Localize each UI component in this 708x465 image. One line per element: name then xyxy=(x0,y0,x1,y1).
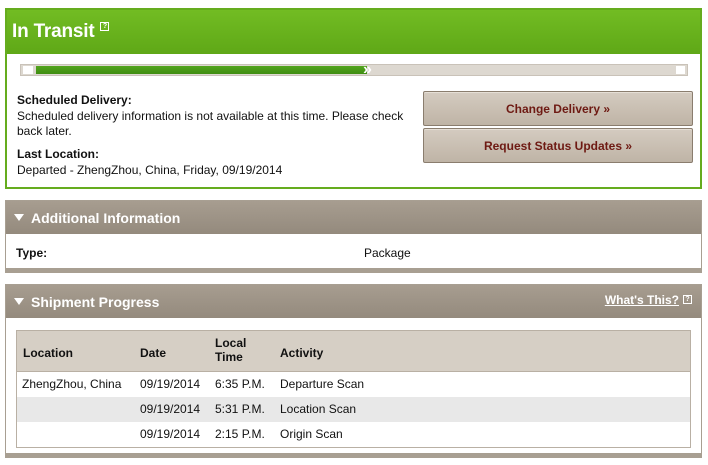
cell-time: 5:31 P.M. xyxy=(215,402,265,416)
status-header: In Transit ? xyxy=(7,10,700,54)
shipment-progress-title: Shipment Progress xyxy=(31,293,160,310)
column-header-local-time: Local Time xyxy=(215,336,247,364)
progress-end-marker xyxy=(676,66,685,74)
additional-information-title: Additional Information xyxy=(31,209,181,226)
caret-down-icon[interactable] xyxy=(14,298,24,305)
caret-down-icon[interactable] xyxy=(14,214,24,221)
shipment-progress-panel: Shipment Progress What's This? ? Locatio… xyxy=(5,284,702,458)
cell-date: 09/19/2014 xyxy=(140,427,201,441)
cell-activity: Location Scan xyxy=(280,402,357,416)
help-icon[interactable]: ? xyxy=(683,295,692,304)
status-title: In Transit xyxy=(12,21,95,42)
cell-location: ZhengZhou, China xyxy=(22,377,122,391)
cell-time: 2:15 P.M. xyxy=(215,427,265,441)
table-row: 09/19/2014 2:15 P.M. Origin Scan xyxy=(17,422,690,447)
last-location-label: Last Location: xyxy=(17,147,100,161)
cell-date: 09/19/2014 xyxy=(140,402,201,416)
column-header-date: Date xyxy=(140,346,167,360)
progress-fill xyxy=(36,66,367,74)
column-header-location: Location xyxy=(23,346,73,360)
change-delivery-button[interactable]: Change Delivery » xyxy=(423,91,693,126)
table-header: Location Date Local Time Activity xyxy=(17,331,690,372)
cell-activity: Departure Scan xyxy=(280,377,365,391)
scheduled-delivery-text: Scheduled delivery information is not av… xyxy=(17,109,404,138)
status-panel: In Transit ? » Scheduled Delivery: Sched… xyxy=(5,8,702,189)
cell-activity: Origin Scan xyxy=(280,427,343,441)
whats-this-link[interactable]: What's This? xyxy=(605,293,679,307)
last-location-text: Departed - ZhengZhou, China, Friday, 09/… xyxy=(17,163,283,177)
cell-time: 6:35 P.M. xyxy=(215,377,265,391)
table-row: 09/19/2014 5:31 P.M. Location Scan xyxy=(17,397,690,422)
shipment-progress-header[interactable]: Shipment Progress What's This? ? xyxy=(6,285,701,318)
cell-date: 09/19/2014 xyxy=(140,377,201,391)
additional-information-header[interactable]: Additional Information xyxy=(6,201,701,234)
progress-start-marker xyxy=(23,66,33,74)
request-status-updates-button[interactable]: Request Status Updates » xyxy=(423,128,693,163)
chevron-right-icon: » xyxy=(363,61,372,78)
progress-bar: » xyxy=(20,61,688,78)
type-value: Package xyxy=(364,246,411,260)
type-label: Type: xyxy=(16,246,48,260)
panel-divider xyxy=(6,268,701,272)
shipment-progress-table: Location Date Local Time Activity ZhengZ… xyxy=(16,330,691,448)
scheduled-delivery-label: Scheduled Delivery: xyxy=(17,93,132,107)
panel-divider xyxy=(6,453,701,457)
column-header-activity: Activity xyxy=(280,346,324,360)
help-icon[interactable]: ? xyxy=(100,21,110,31)
table-row: ZhengZhou, China 09/19/2014 6:35 P.M. De… xyxy=(17,372,690,397)
additional-information-panel: Additional Information Type: Package xyxy=(5,200,702,273)
